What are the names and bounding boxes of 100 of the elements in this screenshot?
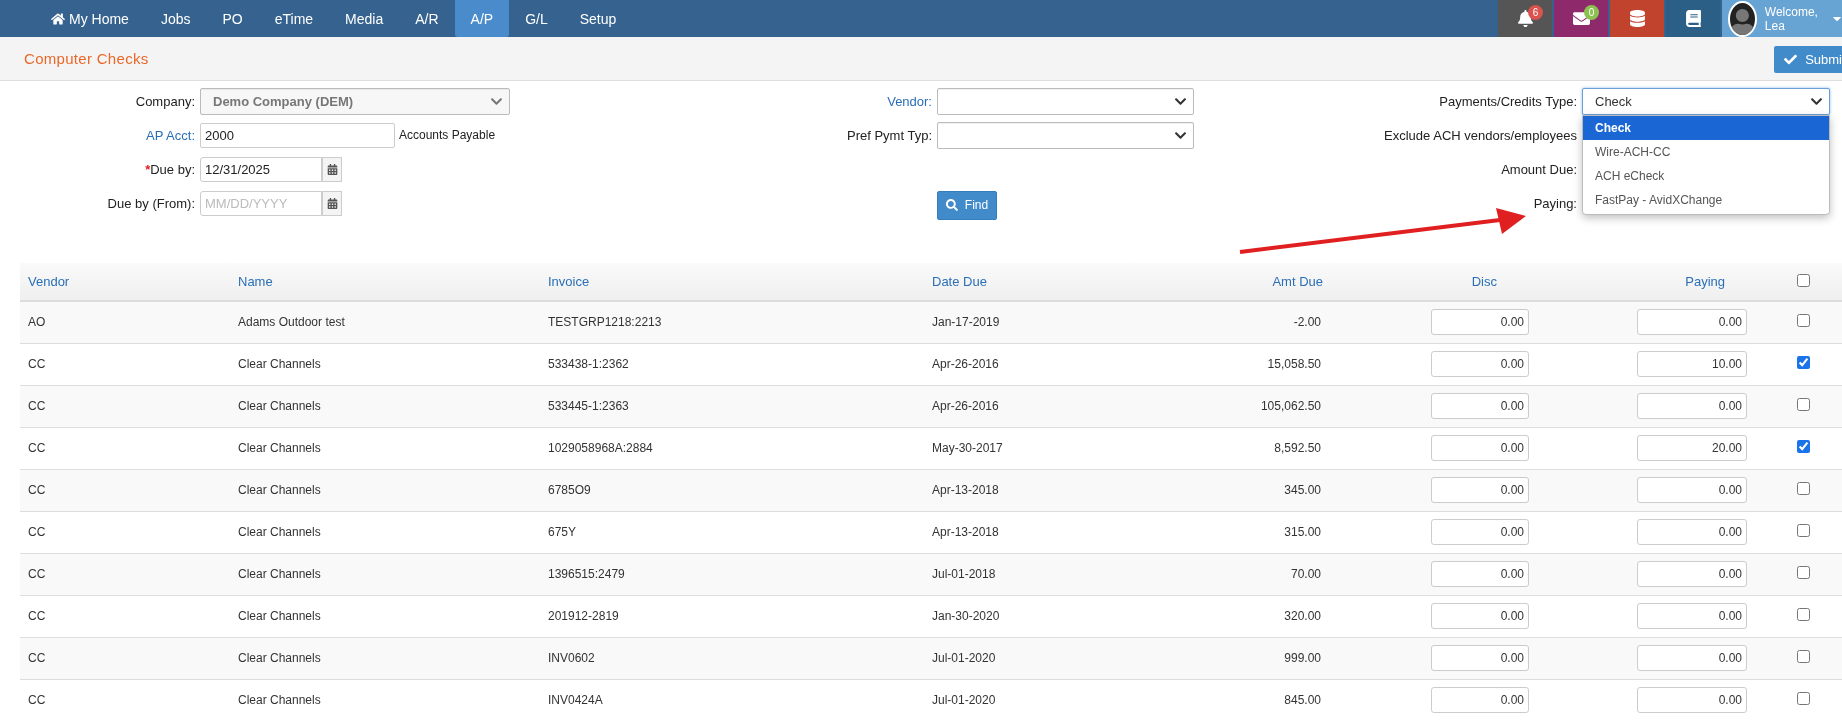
- vendor-link[interactable]: Vendor:: [887, 93, 937, 109]
- table-cell: Clear Channels: [230, 385, 540, 427]
- field-label: Paying:: [1533, 195, 1578, 211]
- disc-field[interactable]: 0.00: [1431, 645, 1529, 671]
- table-cell: Clear Channels: [230, 343, 540, 385]
- table-cell: Clear Channels: [230, 637, 540, 679]
- row-checkbox[interactable]: [1797, 356, 1810, 369]
- table-cell: Clear Channels: [230, 679, 540, 721]
- field-label: Due by (From):: [107, 195, 196, 211]
- table-cell: 105,062.50: [1130, 385, 1335, 427]
- count-badge: 6: [1528, 5, 1543, 20]
- nav-tab[interactable]: Jobs: [144, 0, 207, 37]
- paying-field[interactable]: 0.00: [1637, 393, 1747, 419]
- field-label: Amount Due:: [1501, 161, 1578, 177]
- calendar-button[interactable]: [322, 156, 342, 182]
- row-checkbox[interactable]: [1797, 440, 1810, 453]
- dropdown-option[interactable]: Wire-ACH-CC: [1583, 140, 1829, 164]
- row-checkbox[interactable]: [1797, 566, 1810, 579]
- ap-acct-field[interactable]: 2000: [200, 122, 395, 148]
- nav-tab[interactable]: PO: [206, 0, 259, 37]
- table-cell: 315.00: [1130, 511, 1335, 553]
- date-field[interactable]: MM/DD/YYYY: [200, 190, 322, 216]
- paying-field[interactable]: 0.00: [1637, 603, 1747, 629]
- book-button[interactable]: [1666, 0, 1720, 37]
- disc-field[interactable]: 0.00: [1431, 561, 1529, 587]
- welcome-text: Welcome,: [1764, 4, 1818, 19]
- payment-type-select[interactable]: Check: [1582, 87, 1830, 115]
- page-title: Computer Checks: [24, 50, 149, 67]
- table-cell: AO: [20, 301, 230, 343]
- disc-field[interactable]: 0.00: [1431, 519, 1529, 545]
- row-checkbox[interactable]: [1797, 314, 1810, 328]
- dropdown-option[interactable]: Check: [1583, 116, 1829, 140]
- column-header[interactable]: Name: [230, 263, 540, 301]
- paying-field[interactable]: 0.00: [1637, 687, 1747, 714]
- row-checkbox[interactable]: [1797, 524, 1810, 537]
- submit-button[interactable]: Submi: [1774, 46, 1842, 73]
- column-header[interactable]: Invoice: [540, 263, 924, 301]
- column-header[interactable]: Vendor: [20, 263, 230, 301]
- database-icon: [1628, 10, 1646, 27]
- bell-button[interactable]: 6: [1498, 0, 1552, 37]
- table-cell: Clear Channels: [230, 553, 540, 595]
- nav-tab[interactable]: My Home: [35, 0, 145, 37]
- table-cell: CC: [20, 553, 230, 595]
- disc-field[interactable]: 0.00: [1431, 477, 1529, 503]
- nav-tab[interactable]: A/P: [454, 0, 510, 37]
- table-cell: 15,058.50: [1130, 343, 1335, 385]
- ap-acct-link[interactable]: AP Acct:: [146, 127, 200, 143]
- table-cell: Apr-13-2018: [924, 511, 1130, 553]
- table-cell: -2.00: [1130, 301, 1335, 343]
- select-all-checkbox[interactable]: [1797, 273, 1810, 287]
- row-checkbox[interactable]: [1797, 398, 1810, 411]
- column-header[interactable]: Amt Due: [1130, 263, 1335, 301]
- table-cell: CC: [20, 595, 230, 637]
- table-cell: Apr-13-2018: [924, 469, 1130, 511]
- paying-field[interactable]: 0.00: [1637, 561, 1747, 587]
- disc-field[interactable]: 0.00: [1431, 435, 1529, 461]
- column-header[interactable]: Paying: [1535, 263, 1755, 301]
- table-cell: CC: [20, 637, 230, 679]
- bell-icon: [1516, 10, 1534, 27]
- table-cell: Jul-01-2018: [924, 553, 1130, 595]
- book-icon: [1684, 10, 1702, 27]
- disc-field[interactable]: 0.00: [1431, 351, 1529, 377]
- paying-field[interactable]: 0.00: [1637, 519, 1747, 545]
- dropdown-option[interactable]: FastPay - AvidXChange: [1583, 188, 1829, 212]
- table-cell: Clear Channels: [230, 427, 540, 469]
- disc-field[interactable]: 0.00: [1431, 603, 1529, 629]
- database-button[interactable]: [1610, 0, 1664, 37]
- paying-field[interactable]: 10.00: [1637, 351, 1747, 377]
- nav-tab[interactable]: Media: [329, 0, 400, 37]
- paying-field[interactable]: 0.00: [1637, 645, 1747, 671]
- row-checkbox[interactable]: [1797, 608, 1810, 621]
- table-cell: Jul-01-2020: [924, 679, 1130, 721]
- check-icon: [1784, 53, 1798, 66]
- row-checkbox[interactable]: [1797, 650, 1810, 663]
- row-checkbox[interactable]: [1797, 482, 1810, 495]
- avatar[interactable]: [1728, 0, 1757, 37]
- nav-tab[interactable]: A/R: [399, 0, 455, 37]
- column-header[interactable]: Disc: [1335, 263, 1535, 301]
- table-cell: Apr-26-2016: [924, 385, 1130, 427]
- find-button[interactable]: Find: [937, 190, 997, 220]
- paying-field[interactable]: 0.00: [1637, 477, 1747, 503]
- disc-field[interactable]: 0.00: [1431, 687, 1529, 714]
- nav-tab[interactable]: Setup: [563, 0, 633, 37]
- nav-tab[interactable]: eTime: [258, 0, 330, 37]
- dropdown-option[interactable]: ACH eCheck: [1583, 164, 1829, 188]
- date-field[interactable]: 12/31/2025: [200, 156, 322, 182]
- disc-field[interactable]: 0.00: [1431, 309, 1529, 336]
- nav-tab[interactable]: G/L: [509, 0, 564, 37]
- table-cell: Apr-26-2016: [924, 343, 1130, 385]
- calendar-button[interactable]: [322, 190, 342, 216]
- calendar-icon: [326, 163, 338, 175]
- row-checkbox[interactable]: [1797, 692, 1810, 706]
- paying-field[interactable]: 0.00: [1637, 309, 1747, 336]
- paying-field[interactable]: 20.00: [1637, 435, 1747, 461]
- disc-field[interactable]: 0.00: [1431, 393, 1529, 419]
- column-header[interactable]: Date Due: [924, 263, 1130, 301]
- account-description: Accounts Payable: [399, 128, 496, 142]
- count-badge: 0: [1584, 5, 1599, 20]
- table-cell: INV0602: [540, 637, 924, 679]
- mail-icon: [1572, 10, 1590, 27]
